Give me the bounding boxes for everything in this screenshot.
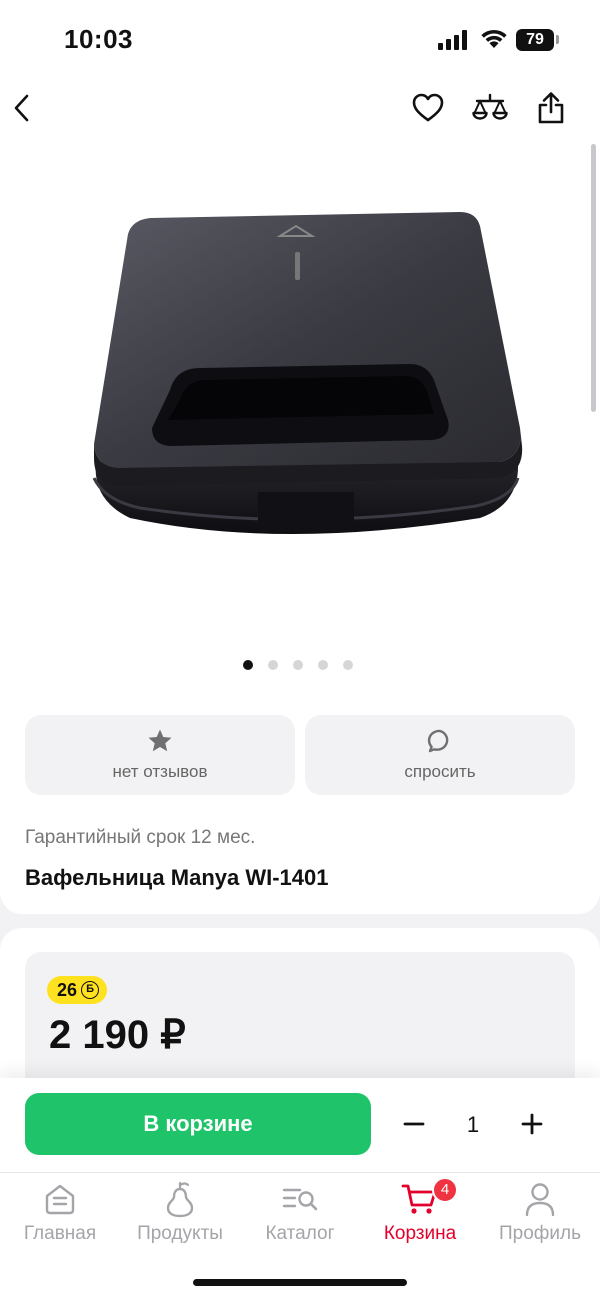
tab-products[interactable]: Продукты xyxy=(120,1173,240,1253)
back-button[interactable] xyxy=(2,88,42,128)
tab-catalog[interactable]: Каталог xyxy=(240,1173,360,1253)
share-icon xyxy=(538,92,564,124)
bonus-amount: 26 xyxy=(57,979,78,1000)
product-title: Вафельница Manya WI-1401 xyxy=(25,865,329,890)
star-icon xyxy=(148,729,172,752)
battery-level: 79 xyxy=(526,31,544,48)
plus-icon[interactable] xyxy=(514,1106,550,1142)
gallery-dot[interactable] xyxy=(293,660,303,670)
home-indicator xyxy=(193,1279,407,1286)
warranty-text: Гарантийный срок 12 мес. xyxy=(25,827,256,848)
favorite-button[interactable] xyxy=(408,88,448,128)
reviews-button[interactable]: нет отзывов xyxy=(25,715,295,795)
gallery-pagination xyxy=(243,660,353,670)
tab-label: Каталог xyxy=(265,1223,335,1244)
reviews-label: нет отзывов xyxy=(112,762,208,781)
home-icon xyxy=(45,1184,75,1215)
tab-label: Профиль xyxy=(498,1223,582,1244)
gallery-dot[interactable] xyxy=(318,660,328,670)
cart-count-badge: 4 xyxy=(432,1177,458,1203)
catalog-search-icon xyxy=(282,1188,318,1211)
minus-icon[interactable] xyxy=(396,1106,432,1142)
compare-button[interactable] xyxy=(470,88,510,128)
cart-bar: В корзине 1 xyxy=(0,1078,600,1172)
price-value: 2 190 ₽ xyxy=(49,1013,186,1057)
tab-home[interactable]: Главная xyxy=(0,1173,120,1253)
cellular-signal-icon xyxy=(438,30,467,50)
share-button[interactable] xyxy=(531,88,571,128)
pear-icon xyxy=(166,1181,194,1218)
gallery-dot[interactable] xyxy=(243,660,253,670)
in-cart-button[interactable]: В корзине xyxy=(25,1093,371,1155)
bonus-badge[interactable]: 26 Б xyxy=(47,976,108,1004)
gallery-dot[interactable] xyxy=(268,660,278,670)
status-time: 10:03 xyxy=(64,24,133,54)
nav-bar xyxy=(0,80,600,140)
chat-bubble-icon xyxy=(427,729,449,753)
scales-icon xyxy=(472,93,508,120)
tab-label: Главная xyxy=(23,1223,97,1244)
gallery-dot[interactable] xyxy=(343,660,353,670)
scroll-indicator xyxy=(591,144,596,412)
bonus-coin-icon: Б xyxy=(81,981,100,999)
tab-cart[interactable]: 4 Корзина xyxy=(360,1173,480,1253)
status-bar: 10:03 79 xyxy=(0,0,600,80)
heart-icon xyxy=(412,93,444,122)
product-card: нет отзывов спросить Гарантийный срок 12… xyxy=(0,140,600,914)
quantity-value: 1 xyxy=(466,1112,480,1137)
ask-label: спросить xyxy=(404,762,476,781)
tab-label: Продукты xyxy=(137,1223,223,1244)
battery-tip xyxy=(556,35,559,44)
waffle-maker-photo[interactable] xyxy=(80,200,540,620)
tab-label: Корзина xyxy=(383,1223,457,1244)
in-cart-label: В корзине xyxy=(143,1111,253,1136)
chevron-left-icon xyxy=(14,94,29,122)
price-box: 26 Б 2 190 ₽ xyxy=(25,952,575,1092)
tab-profile[interactable]: Профиль xyxy=(480,1173,600,1253)
profile-icon xyxy=(525,1183,555,1217)
wifi-icon xyxy=(481,29,507,48)
battery-icon: 79 xyxy=(516,29,554,51)
ask-question-button[interactable]: спросить xyxy=(305,715,575,795)
